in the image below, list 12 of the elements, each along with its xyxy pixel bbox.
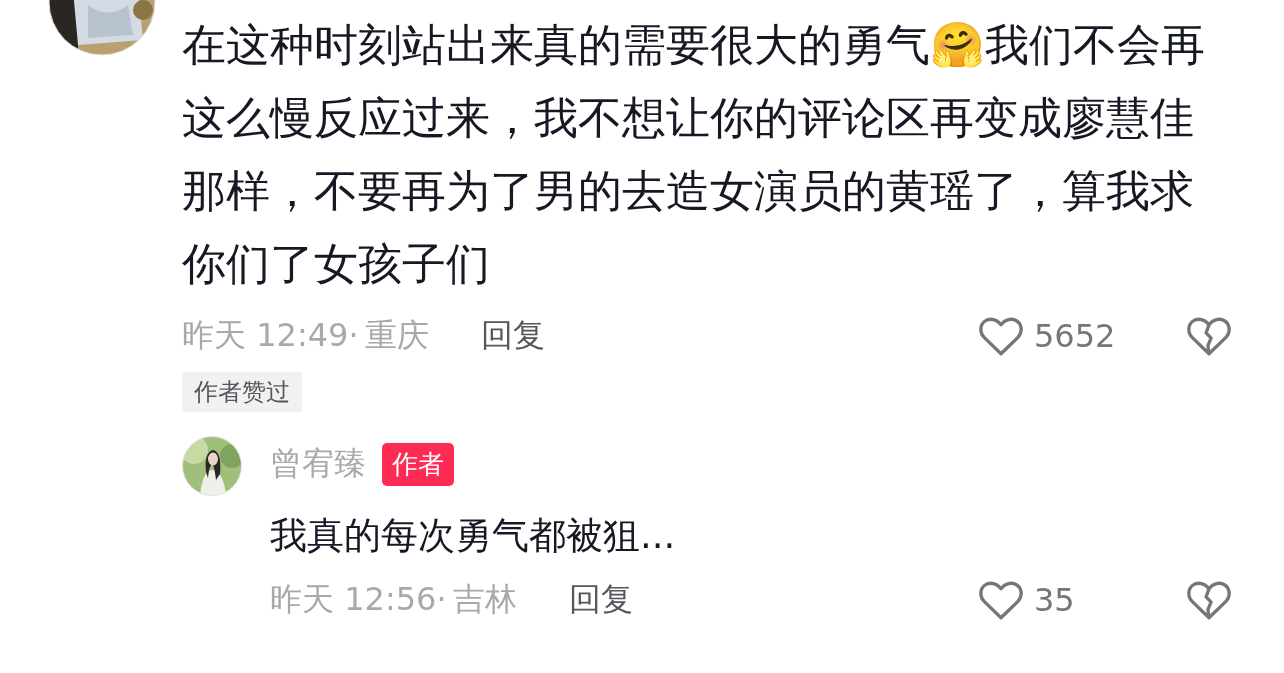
- reply-button[interactable]: 回复: [568, 578, 633, 622]
- location: 吉林: [452, 579, 517, 620]
- timestamp: 昨天 12:49·: [182, 315, 359, 356]
- author-liked-tag: 作者赞过: [182, 372, 302, 412]
- like-count: 5652: [1034, 317, 1117, 355]
- like-count: 35: [1034, 581, 1076, 619]
- author-badge: 作者: [382, 442, 454, 486]
- reply-button[interactable]: 回复: [480, 314, 545, 358]
- reply-text: 我真的每次勇气都被狙...: [270, 513, 677, 559]
- comment-text: 在这种时刻站出来真的需要很大的勇气🤗我们不会再这么慢反应过来，我不想让你的评论区再变成廖慧佳那样，不要再为了男的去造女演员的黄瑶了，算我求你们了女孩子们: [182, 18, 1206, 291]
- location: 重庆: [364, 315, 429, 356]
- timestamp: 昨天 12:56·: [270, 579, 447, 620]
